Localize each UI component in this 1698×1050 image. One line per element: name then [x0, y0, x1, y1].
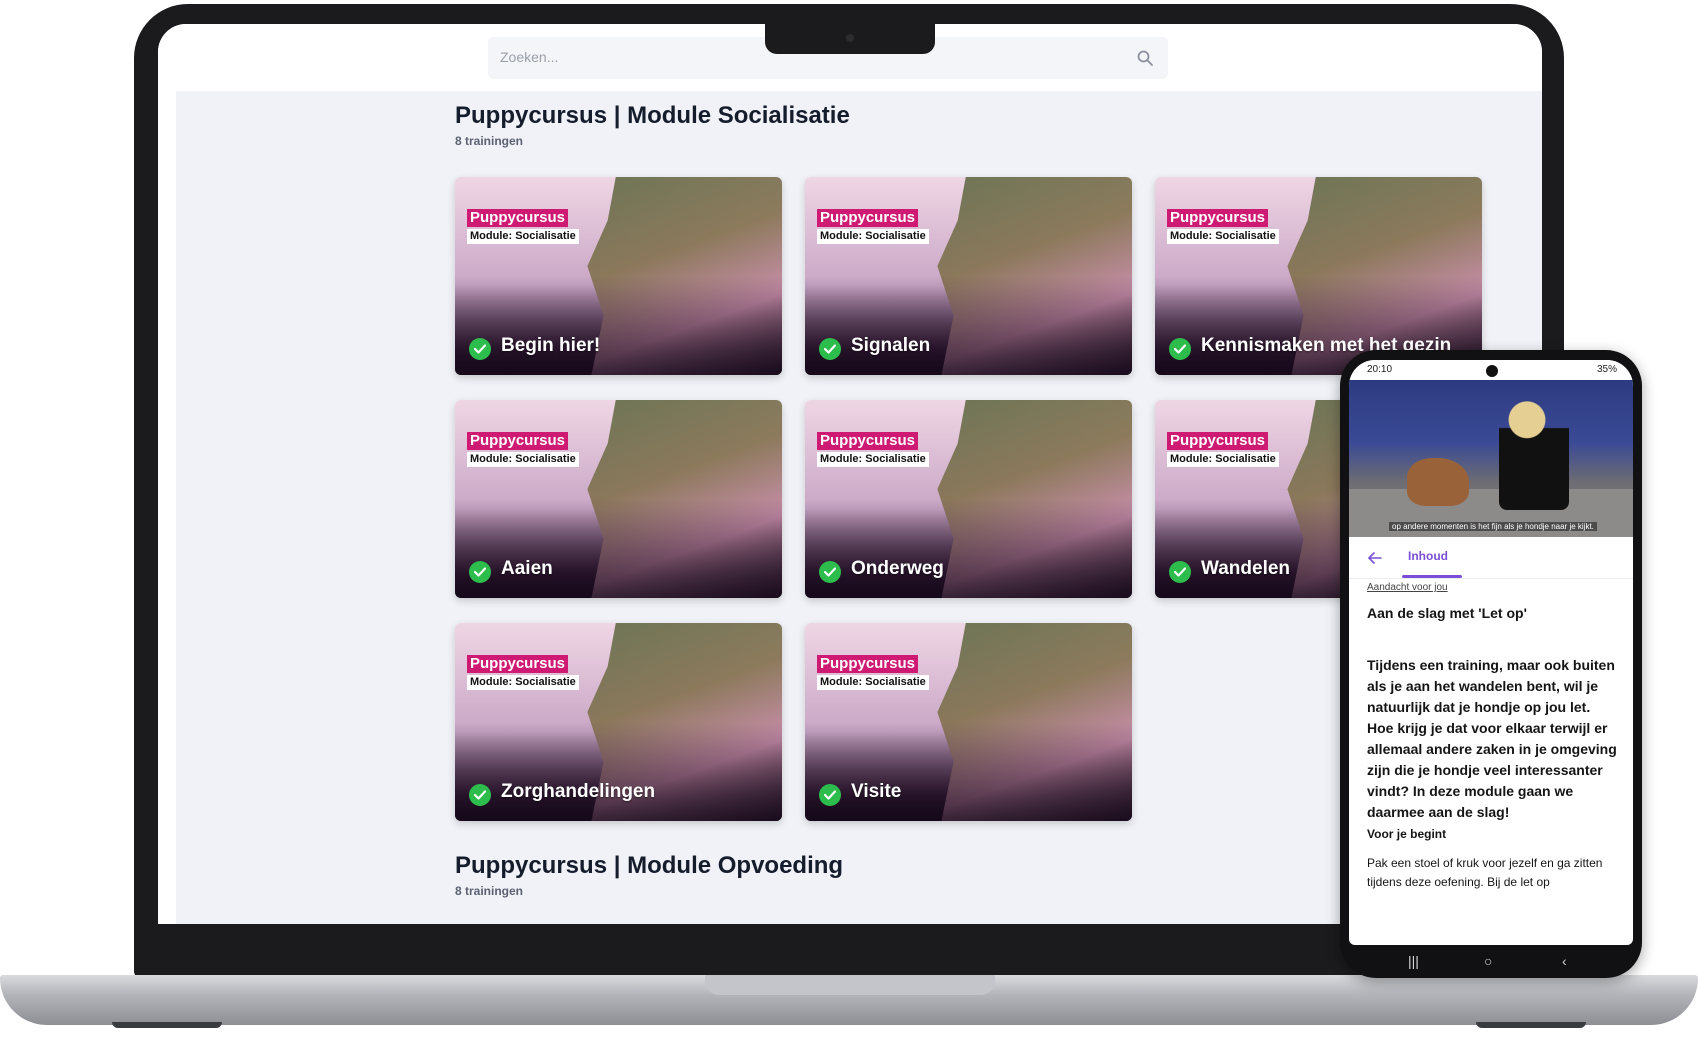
card-module: Module: Socialisatie — [1167, 452, 1279, 467]
check-icon — [1169, 338, 1191, 360]
phone-tab-bar: Inhoud — [1349, 538, 1633, 579]
video-dog — [1407, 458, 1469, 506]
check-icon — [1169, 561, 1191, 583]
recent-apps-icon[interactable]: ||| — [1408, 953, 1419, 969]
training-card[interactable]: Puppycursus Module: Socialisatie Signale… — [805, 177, 1132, 375]
card-title: Wandelen — [1201, 558, 1291, 579]
check-icon — [469, 561, 491, 583]
phone-frame: 20:10 35% op andere momenten is het fijn… — [1340, 350, 1642, 978]
check-icon — [469, 784, 491, 806]
check-icon — [819, 338, 841, 360]
section-count: 8 trainingen — [455, 134, 524, 148]
laptop-base-notch — [705, 975, 995, 995]
tab-active-indicator — [1402, 575, 1462, 578]
card-module: Module: Socialisatie — [817, 675, 929, 690]
status-time: 20:10 — [1367, 364, 1393, 375]
card-shade — [805, 722, 1132, 821]
card-shade — [455, 276, 782, 375]
search-icon[interactable] — [1136, 49, 1154, 67]
video-player[interactable]: op andere momenten is het fijn als je ho… — [1349, 380, 1633, 537]
home-icon[interactable]: ○ — [1484, 953, 1492, 969]
card-module: Module: Socialisatie — [467, 452, 579, 467]
card-shade — [805, 276, 1132, 375]
video-caption: op andere momenten is het fijn als je ho… — [1389, 522, 1597, 531]
laptop-foot — [1476, 1022, 1586, 1028]
android-nav-bar: ||| ○ ‹ — [1340, 945, 1642, 978]
card-shade — [455, 722, 782, 821]
section-title: Puppycursus | Module Opvoeding — [455, 852, 844, 879]
card-title: Visite — [851, 781, 902, 802]
card-module: Module: Socialisatie — [817, 229, 929, 244]
search-placeholder: Zoeken... — [500, 49, 559, 65]
lesson-heading: Aan de slag met 'Let op' — [1367, 605, 1527, 621]
card-module: Module: Socialisatie — [467, 229, 579, 244]
lesson-text: Pak een stoel of kruk voor jezelf en ga … — [1367, 856, 1603, 889]
card-title: Signalen — [851, 335, 931, 356]
lesson-kicker[interactable]: Aandacht voor jou — [1367, 582, 1448, 593]
card-title: Zorghandelingen — [501, 781, 656, 802]
lesson-body: Tijdens een training, maar ook buiten al… — [1367, 657, 1617, 820]
card-tag: Puppycursus — [1167, 432, 1269, 450]
card-module: Module: Socialisatie — [1167, 229, 1279, 244]
card-title: Aaien — [501, 558, 553, 579]
camera-notch — [765, 24, 935, 54]
laptop-screen: Zoeken... Puppycursus | Module Socialisa… — [158, 24, 1542, 924]
phone-screen: 20:10 35% op andere momenten is het fijn… — [1349, 360, 1633, 945]
card-module: Module: Socialisatie — [817, 452, 929, 467]
camera-dot — [846, 34, 854, 42]
card-shade — [455, 499, 782, 598]
section-count: 8 trainingen — [455, 884, 524, 898]
card-tag: Puppycursus — [467, 209, 569, 227]
card-shade — [805, 499, 1132, 598]
section-title: Puppycursus | Module Socialisatie — [455, 102, 850, 129]
laptop-base — [0, 975, 1698, 1025]
status-bar: 20:10 35% — [1349, 360, 1633, 380]
card-title: Onderweg — [851, 558, 944, 579]
front-camera — [1486, 365, 1498, 377]
training-card[interactable]: Puppycursus Module: Socialisatie Aaien — [455, 400, 782, 598]
arrow-left-icon[interactable] — [1367, 550, 1383, 566]
training-card[interactable]: Puppycursus Module: Socialisatie Onderwe… — [805, 400, 1132, 598]
training-card[interactable]: Puppycursus Module: Socialisatie Zorghan… — [455, 623, 782, 821]
card-tag: Puppycursus — [467, 432, 569, 450]
training-card[interactable]: Puppycursus Module: Socialisatie Kennism… — [1155, 177, 1482, 375]
laptop-foot — [112, 1022, 222, 1028]
tab-inhoud[interactable]: Inhoud — [1408, 549, 1448, 563]
status-battery: 35% — [1596, 364, 1617, 375]
card-tag: Puppycursus — [1167, 209, 1269, 227]
sidebar-edge — [158, 91, 176, 924]
card-module: Module: Socialisatie — [467, 675, 579, 690]
training-card[interactable]: Puppycursus Module: Socialisatie Visite — [805, 623, 1132, 821]
check-icon — [469, 338, 491, 360]
card-tag: Puppycursus — [817, 209, 919, 227]
lesson-subheading: Voor je begint — [1367, 827, 1447, 841]
check-icon — [819, 784, 841, 806]
card-tag: Puppycursus — [467, 655, 569, 673]
training-card[interactable]: Puppycursus Module: Socialisatie Begin h… — [455, 177, 782, 375]
card-title: Begin hier! — [501, 335, 601, 356]
check-icon — [819, 561, 841, 583]
back-nav-icon[interactable]: ‹ — [1562, 953, 1567, 969]
video-person — [1499, 400, 1569, 510]
card-tag: Puppycursus — [817, 655, 919, 673]
card-tag: Puppycursus — [817, 432, 919, 450]
